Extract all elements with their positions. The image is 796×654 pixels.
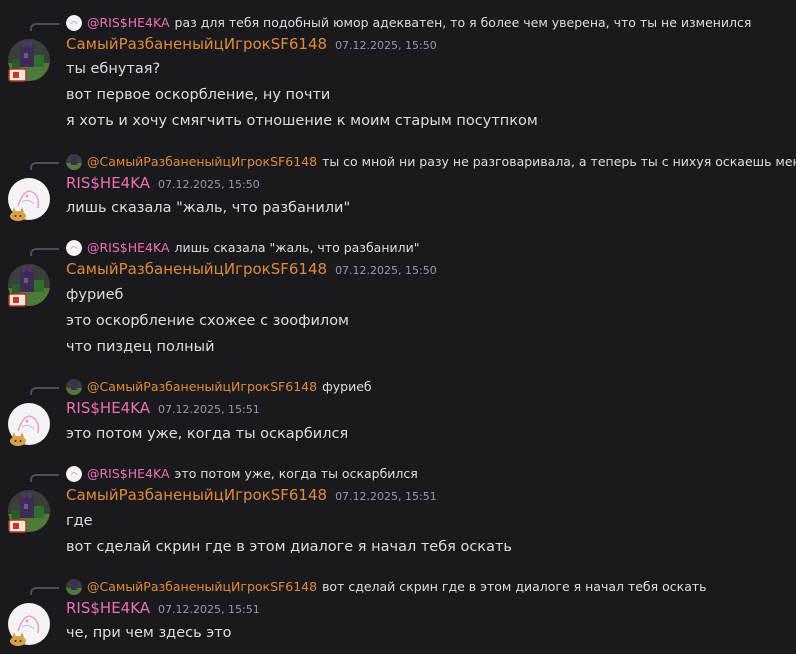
ticket-badge-icon [8, 518, 28, 534]
chat-message: @RIS$HE4KA лишь сказала "жаль, что разба… [0, 238, 796, 358]
cat-badge-icon [8, 431, 28, 447]
reply-preview[interactable]: @СамыйРазбаненыйцИгрокSF6148 ты со мной … [66, 152, 796, 172]
reply-text[interactable]: лишь сказала "жаль, что разбанили" [175, 238, 420, 258]
message-line: где [66, 513, 93, 529]
reply-preview[interactable]: @СамыйРазбаненыйцИгрокSF6148 фуриеб [66, 377, 372, 397]
reply-preview[interactable]: @RIS$HE4KA лишь сказала "жаль, что разба… [66, 238, 419, 258]
reply-author-mention[interactable]: @СамыйРазбаненыйцИгрокSF6148 [87, 377, 317, 397]
reply-preview[interactable]: @СамыйРазбаненыйцИгрокSF6148 вот сделай … [66, 577, 707, 597]
ticket-badge-icon [8, 67, 28, 83]
chat-message: @СамыйРазбаненыйцИгрокSF6148 ты со мной … [0, 152, 796, 222]
pixel-castle-avatar-icon [66, 154, 82, 170]
reply-spine [30, 474, 59, 482]
white-sketch-avatar-icon [66, 15, 82, 31]
timestamp: 07.12.2025, 15:50 [335, 263, 437, 277]
timestamp: 07.12.2025, 15:50 [158, 177, 260, 191]
message-header: RIS$HE4KA 07.12.2025, 15:50 [66, 171, 260, 195]
message-line: что пиздец полный [66, 339, 215, 355]
pixel-castle-avatar-icon [66, 579, 82, 595]
chat-message: @СамыйРазбаненыйцИгрокSF6148 вот сделай … [0, 577, 796, 649]
ticket-badge-icon [8, 292, 28, 308]
author-name[interactable]: RIS$HE4KA [66, 399, 150, 417]
timestamp: 07.12.2025, 15:50 [335, 38, 437, 52]
message-header: СамыйРазбаненыйцИгрокSF6148 07.12.2025, … [66, 257, 437, 281]
reply-author-mention[interactable]: @RIS$HE4KA [87, 464, 170, 484]
message-header: СамыйРазбаненыйцИгрокSF6148 07.12.2025, … [66, 32, 437, 56]
message-line: я хоть и хочу смягчить отношение к моим … [66, 113, 538, 129]
reply-spine [30, 162, 59, 170]
timestamp: 07.12.2025, 15:51 [158, 402, 260, 416]
cat-badge-icon [8, 206, 28, 222]
chat-message: @СамыйРазбаненыйцИгрокSF6148 фуриеб RIS$… [0, 377, 796, 447]
reply-author-mention[interactable]: @RIS$HE4KA [87, 238, 170, 258]
reply-author-mention[interactable]: @СамыйРазбаненыйцИгрокSF6148 [87, 152, 317, 172]
message-line: вот первое оскорбление, ну почти [66, 87, 331, 103]
message-line: лишь сказала "жаль, что разбанили" [66, 200, 351, 216]
chat-message-list: @RIS$HE4KA раз для тебя подобный юмор ад… [0, 0, 796, 654]
message-line: вот сделай скрин где в этом диалоге я на… [66, 539, 512, 555]
reply-preview[interactable]: @RIS$HE4KA раз для тебя подобный юмор ад… [66, 13, 751, 33]
timestamp: 07.12.2025, 15:51 [158, 602, 260, 616]
message-line: фуриеб [66, 287, 124, 303]
reply-text[interactable]: это потом уже, когда ты оскарбился [175, 464, 418, 484]
reply-text[interactable]: фуриеб [322, 377, 372, 397]
message-header: СамыйРазбаненыйцИгрокSF6148 07.12.2025, … [66, 483, 437, 507]
message-header: RIS$HE4KA 07.12.2025, 15:51 [66, 596, 260, 620]
reply-author-mention[interactable]: @RIS$HE4KA [87, 13, 170, 33]
author-name[interactable]: RIS$HE4KA [66, 599, 150, 617]
cat-badge-icon [8, 631, 28, 647]
white-sketch-avatar-icon [66, 466, 82, 482]
reply-preview[interactable]: @RIS$HE4KA это потом уже, когда ты оскар… [66, 464, 418, 484]
message-line: че, при чем здесь это [66, 625, 232, 641]
author-name[interactable]: СамыйРазбаненыйцИгрокSF6148 [66, 260, 327, 278]
reply-spine [30, 587, 59, 595]
chat-message: @RIS$HE4KA это потом уже, когда ты оскар… [0, 464, 796, 560]
pixel-castle-avatar-icon [66, 379, 82, 395]
chat-message: @RIS$HE4KA раз для тебя подобный юмор ад… [0, 13, 796, 129]
timestamp: 07.12.2025, 15:51 [335, 489, 437, 503]
reply-spine [30, 248, 59, 256]
author-name[interactable]: СамыйРазбаненыйцИгрокSF6148 [66, 35, 327, 53]
message-header: RIS$HE4KA 07.12.2025, 15:51 [66, 396, 260, 420]
reply-text[interactable]: ты со мной ни разу не разговаривала, а т… [322, 152, 796, 172]
author-name[interactable]: СамыйРазбаненыйцИгрокSF6148 [66, 486, 327, 504]
reply-spine [30, 387, 59, 395]
reply-spine [30, 23, 59, 31]
message-line: это потом уже, когда ты оскарбился [66, 426, 349, 442]
author-name[interactable]: RIS$HE4KA [66, 174, 150, 192]
reply-text[interactable]: вот сделай скрин где в этом диалоге я на… [322, 577, 706, 597]
message-line: ты ебнутая? [66, 61, 161, 77]
reply-text[interactable]: раз для тебя подобный юмор адекватен, то… [175, 13, 752, 33]
white-sketch-avatar-icon [66, 240, 82, 256]
message-line: это оскорбление схожее с зоофилом [66, 313, 349, 329]
reply-author-mention[interactable]: @СамыйРазбаненыйцИгрокSF6148 [87, 577, 317, 597]
